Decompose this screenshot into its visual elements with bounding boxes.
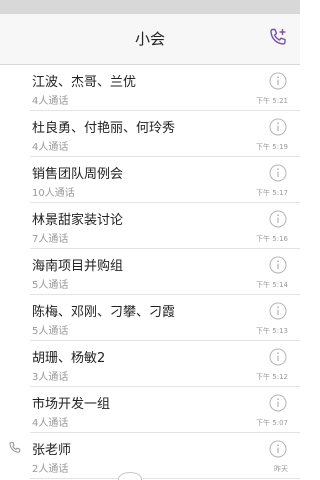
participant-count: 2人通话	[32, 464, 69, 475]
info-circle-icon	[269, 210, 287, 228]
participant-count: 10人通话	[32, 188, 75, 199]
call-time: 昨天	[274, 465, 288, 473]
call-title: 林景甜家装讨论	[32, 213, 124, 228]
info-circle-icon	[269, 440, 287, 458]
call-row[interactable]: 市场开发一组 4人通话 下午 5:07	[30, 387, 300, 433]
participant-count: 5人通话	[32, 280, 69, 291]
call-time: 下午 5:14	[256, 281, 288, 289]
call-title: 海南项目并购组	[32, 259, 124, 274]
header: 小会	[0, 14, 300, 65]
new-call-button[interactable]	[266, 26, 290, 50]
bottom-handle[interactable]	[118, 472, 142, 480]
info-circle-icon	[269, 72, 287, 90]
call-row[interactable]: 张老师 2人通话 昨天	[9, 433, 300, 479]
call-time: 下午 5:13	[256, 327, 288, 335]
call-time: 下午 5:12	[256, 373, 288, 381]
call-title: 江波、杰哥、兰优	[32, 75, 137, 90]
participant-count: 4人通话	[32, 418, 69, 429]
info-button[interactable]	[269, 210, 287, 228]
info-circle-icon	[269, 302, 287, 320]
call-time: 下午 5:16	[256, 235, 288, 243]
call-title: 胡珊、杨敏2	[32, 351, 106, 366]
call-time: 下午 5:07	[256, 419, 288, 427]
call-row[interactable]: 胡珊、杨敏2 3人通话 下午 5:12	[30, 341, 300, 387]
call-time: 下午 5:19	[256, 143, 288, 151]
status-bar	[0, 0, 300, 14]
info-button[interactable]	[269, 72, 287, 90]
info-button[interactable]	[269, 118, 287, 136]
call-title: 销售团队周例会	[32, 167, 124, 182]
call-title: 陈梅、邓刚、刁攀、刁霞	[32, 305, 176, 320]
call-row[interactable]: 江波、杰哥、兰优 4人通话 下午 5:21	[30, 65, 300, 111]
page-title: 小会	[134, 30, 165, 48]
participant-count: 3人通话	[32, 372, 69, 383]
participant-count: 4人通话	[32, 96, 69, 107]
call-time: 下午 5:21	[256, 97, 288, 105]
call-title: 市场开发一组	[32, 397, 111, 412]
info-circle-icon	[269, 164, 287, 182]
call-row[interactable]: 销售团队周例会 10人通话 下午 5:17	[30, 157, 300, 203]
call-row[interactable]: 杜良勇、付艳丽、何玲秀 4人通话 下午 5:19	[30, 111, 300, 157]
info-circle-icon	[269, 348, 287, 366]
info-button[interactable]	[269, 256, 287, 274]
info-circle-icon	[269, 256, 287, 274]
call-row[interactable]: 林景甜家装讨论 7人通话 下午 5:16	[30, 203, 300, 249]
participant-count: 5人通话	[32, 326, 69, 337]
info-button[interactable]	[269, 302, 287, 320]
info-circle-icon	[269, 118, 287, 136]
info-circle-icon	[269, 394, 287, 412]
call-time: 下午 5:17	[256, 189, 288, 197]
phone-plus-icon	[270, 28, 286, 45]
phone-icon	[8, 440, 22, 454]
info-button[interactable]	[269, 394, 287, 412]
app-window: 小会 江波、杰哥、兰优 4人通话 下午 5:21 杜良勇、付艳丽、何玲秀 4人通…	[0, 0, 300, 480]
info-button[interactable]	[269, 440, 287, 458]
participant-count: 7人通话	[32, 234, 69, 245]
call-row[interactable]: 海南项目并购组 5人通话 下午 5:14	[30, 249, 300, 295]
call-row[interactable]: 陈梅、邓刚、刁攀、刁霞 5人通话 下午 5:13	[30, 295, 300, 341]
call-title: 杜良勇、付艳丽、何玲秀	[32, 121, 176, 136]
info-button[interactable]	[269, 348, 287, 366]
participant-count: 4人通话	[32, 142, 69, 153]
call-list: 江波、杰哥、兰优 4人通话 下午 5:21 杜良勇、付艳丽、何玲秀 4人通话 下…	[0, 65, 300, 480]
call-title: 张老师	[32, 443, 72, 458]
info-button[interactable]	[269, 164, 287, 182]
